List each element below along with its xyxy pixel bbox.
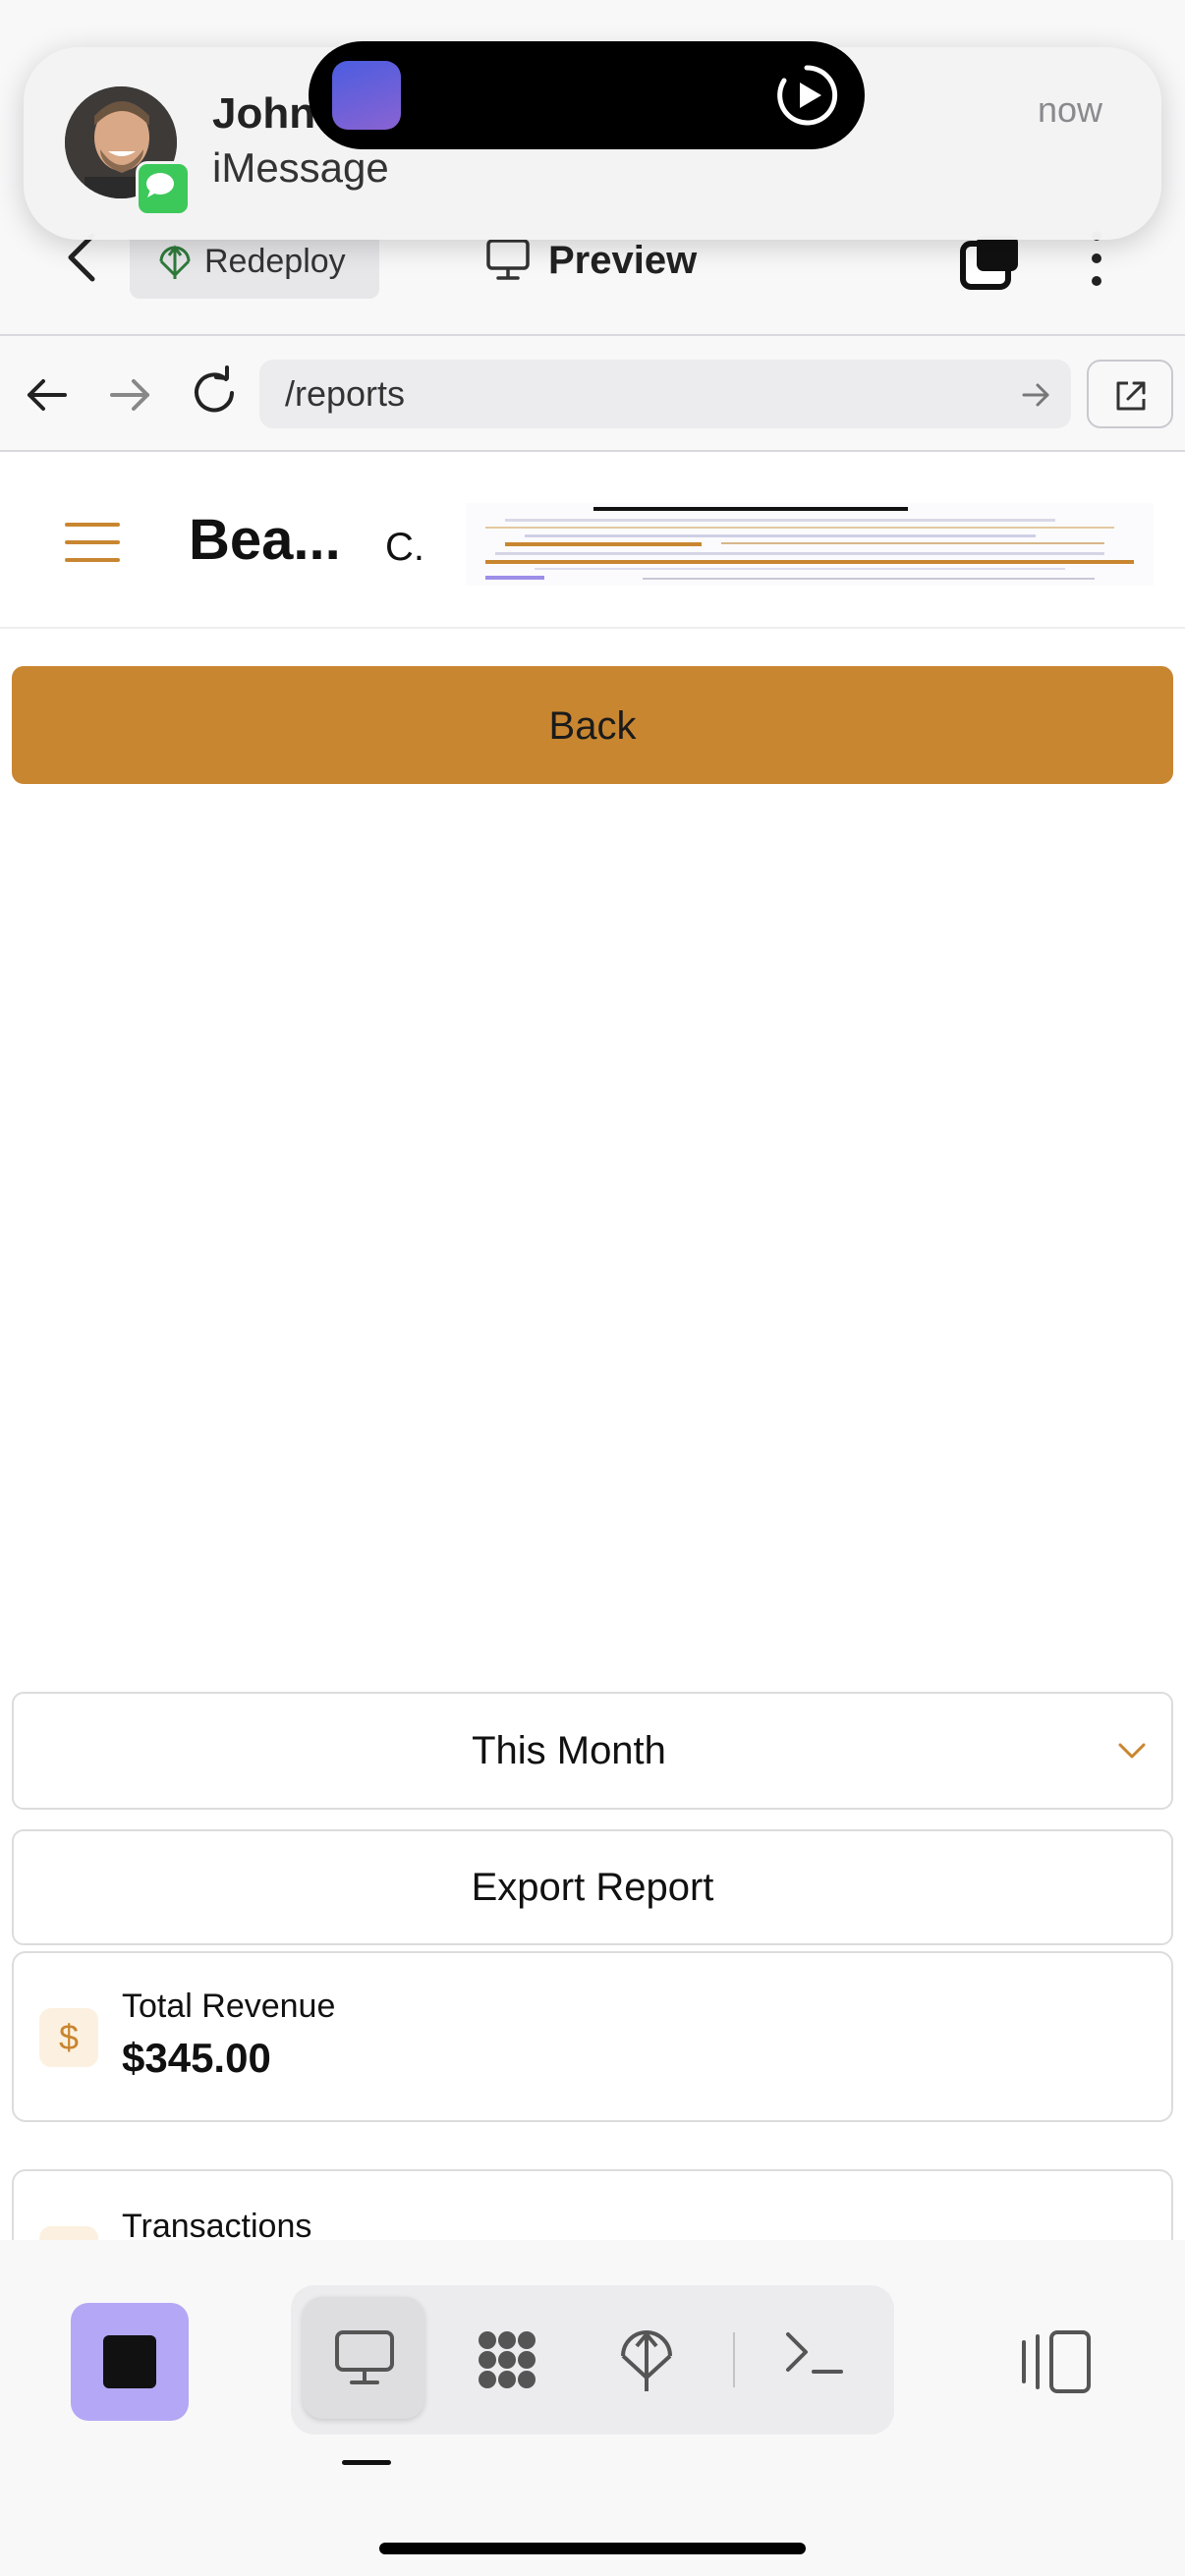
deploy-icon <box>621 2330 672 2391</box>
redeploy-icon <box>159 245 191 279</box>
reload-icon[interactable] <box>187 365 242 420</box>
desktop-icon <box>335 2330 394 2384</box>
chevron-down-icon <box>1118 1743 1146 1759</box>
period-selected-value: This Month <box>472 1729 666 1772</box>
play-circle-icon <box>777 65 838 126</box>
home-indicator <box>379 2543 806 2554</box>
url-input[interactable]: /reports <box>259 360 1071 428</box>
deploy-tab[interactable] <box>586 2297 707 2419</box>
export-report-label: Export Report <box>471 1866 714 1909</box>
panel-toggle-icon[interactable] <box>1018 2328 1093 2395</box>
notification-app: iMessage <box>212 144 389 191</box>
arrow-left-icon[interactable] <box>22 369 73 420</box>
back-button[interactable]: Back <box>12 666 1173 784</box>
stack-icon[interactable] <box>959 234 1022 291</box>
url-text: /reports <box>285 373 406 414</box>
apps-tab[interactable] <box>444 2297 566 2419</box>
stop-button[interactable] <box>71 2303 189 2421</box>
site-subtitle: C. <box>385 526 424 569</box>
notification-time: now <box>1038 89 1103 130</box>
stat-value: $345.00 <box>122 2035 271 2081</box>
terminal-tab[interactable] <box>753 2297 875 2419</box>
notification-sender: John <box>212 89 316 138</box>
divider <box>733 2332 735 2387</box>
back-button-label: Back <box>548 704 637 748</box>
app-icon <box>332 61 401 130</box>
period-select[interactable]: This Month <box>12 1692 1173 1810</box>
desktop-view-tab[interactable] <box>303 2297 424 2419</box>
go-arrow-icon[interactable] <box>1018 377 1053 413</box>
rendering-artifact <box>466 503 1154 586</box>
preview-label: Preview <box>548 239 698 282</box>
redeploy-label: Redeploy <box>204 243 346 280</box>
stat-card-total-revenue: $ Total Revenue $345.00 <box>12 1951 1173 2122</box>
dollar-icon: $ <box>39 2008 98 2067</box>
hamburger-menu-icon[interactable] <box>65 521 120 564</box>
monitor-icon <box>486 239 530 280</box>
active-tab-indicator <box>342 2460 391 2465</box>
terminal-icon <box>786 2332 843 2374</box>
stop-icon <box>103 2335 156 2388</box>
stat-label: Total Revenue <box>122 1988 336 2025</box>
site-title: Bea... <box>189 508 341 572</box>
view-switcher <box>291 2285 894 2435</box>
export-report-button[interactable]: Export Report <box>12 1829 1173 1945</box>
external-link-icon <box>1116 381 1146 411</box>
imessage-badge-icon <box>136 161 191 216</box>
arrow-right-icon[interactable] <box>104 369 155 420</box>
apps-grid-icon <box>479 2331 536 2388</box>
open-external-button[interactable] <box>1087 360 1173 428</box>
